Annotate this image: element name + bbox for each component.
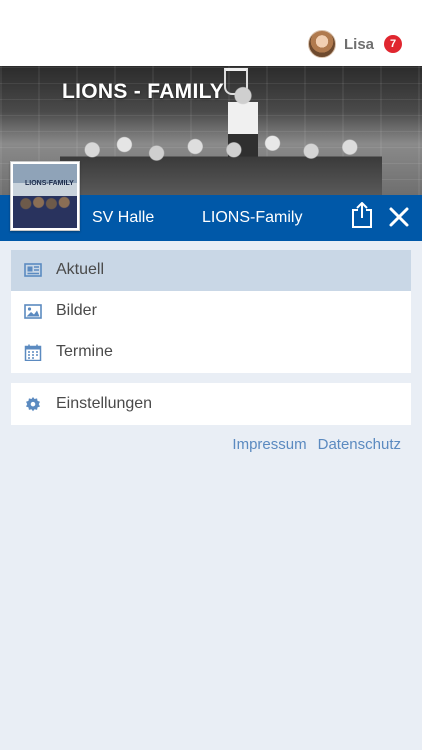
banner-title: LIONS - FAMILY [62, 80, 225, 103]
menu-item-label: Bilder [56, 302, 97, 319]
club-name[interactable]: SV Halle [92, 209, 154, 227]
team-name: LIONS-Family [202, 209, 303, 226]
menu-item-label: Aktuell [56, 261, 105, 278]
club-logo-caption: LIONS-FAMILY [25, 180, 74, 187]
user-name[interactable]: Lisa [344, 36, 374, 53]
impressum-link[interactable]: Impressum [232, 436, 306, 453]
menu-item-label: Einstellungen [56, 395, 153, 412]
user-menu[interactable]: Lisa 7 [307, 30, 402, 58]
top-bar: Lisa 7 [0, 0, 422, 66]
main-menu: Aktuell Bilder Termine [11, 250, 411, 373]
close-icon[interactable] [388, 206, 410, 228]
banner-photo-team [60, 130, 382, 196]
notification-badge[interactable]: 7 [384, 35, 402, 53]
club-logo[interactable]: LIONS-FAMILY [10, 161, 80, 231]
menu-item-termine[interactable]: Termine [11, 332, 411, 373]
menu-item-einstellungen[interactable]: Einstellungen [11, 383, 411, 424]
gear-icon [26, 396, 40, 412]
menu-item-bilder[interactable]: Bilder [11, 291, 411, 332]
newspaper-icon [24, 263, 42, 277]
menu-item-label: Termine [56, 343, 113, 360]
share-icon[interactable] [351, 202, 373, 228]
menu-item-aktuell[interactable]: Aktuell [11, 250, 411, 291]
settings-menu: Einstellungen [11, 383, 411, 425]
datenschutz-link[interactable]: Datenschutz [318, 436, 401, 453]
image-icon [24, 304, 42, 319]
club-logo-image [13, 164, 77, 228]
calendar-icon [24, 344, 42, 361]
footer-links: Impressum Datenschutz [232, 436, 401, 453]
avatar[interactable] [307, 30, 336, 58]
